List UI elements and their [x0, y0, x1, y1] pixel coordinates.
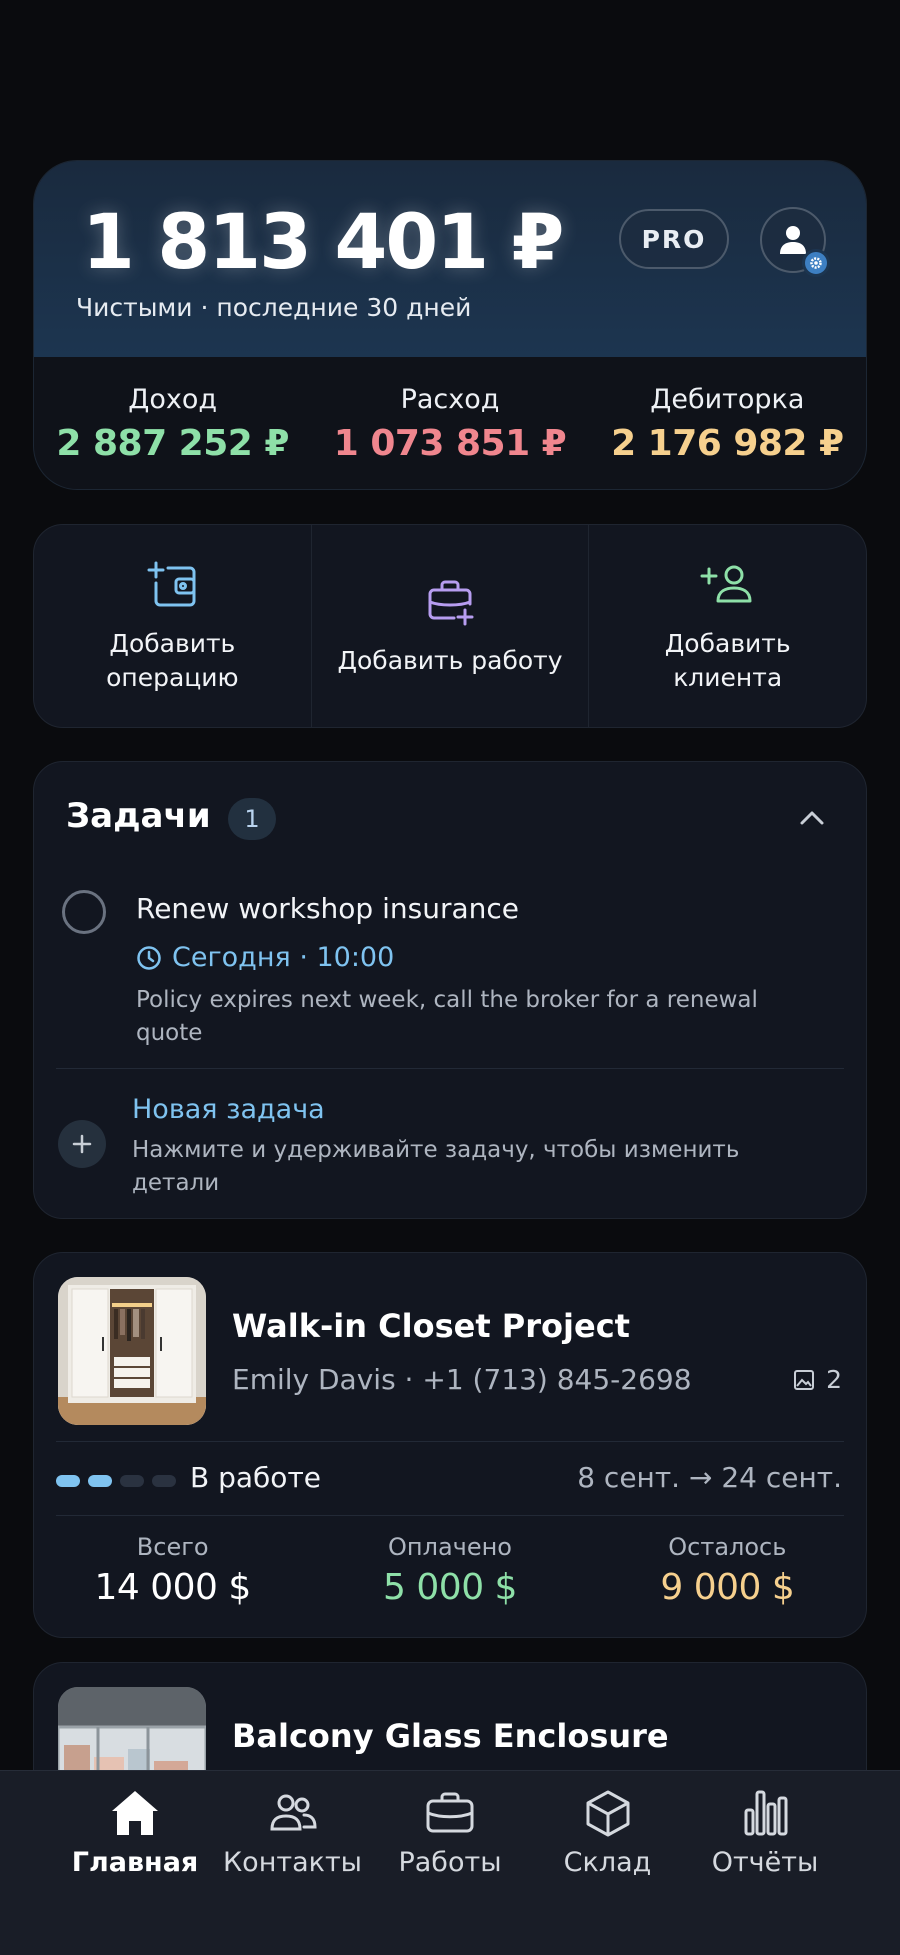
gear-icon — [802, 249, 830, 277]
receivables-value: 2 176 982 ₽ — [611, 423, 844, 464]
profile-settings-button[interactable] — [760, 207, 830, 277]
tab-reports[interactable]: Отчёты — [690, 1771, 840, 1955]
add-client-icon — [700, 557, 756, 613]
stats-row: Доход 2 887 252 ₽ Расход 1 073 851 ₽ Деб… — [34, 357, 866, 489]
divider — [56, 1441, 844, 1442]
remaining-amount: Осталось 9 000 $ — [589, 1533, 866, 1608]
progress-step — [56, 1475, 80, 1487]
tab-contacts-label: Контакты — [223, 1847, 362, 1878]
new-task-hint: Нажмите и удерживайте задачу, чтобы изме… — [132, 1137, 740, 1196]
task-due-label: Сегодня · 10:00 — [172, 942, 395, 973]
collapse-tasks-button[interactable] — [794, 800, 830, 836]
project-status: В работе — [190, 1461, 321, 1494]
income-stat[interactable]: Доход 2 887 252 ₽ — [34, 384, 311, 464]
add-job-button[interactable]: Добавить работу — [312, 525, 590, 727]
image-icon — [794, 1369, 815, 1390]
remaining-value: 9 000 $ — [660, 1567, 795, 1608]
project-card[interactable]: Walk-in Closet Project Emily Davis · +1 … — [33, 1252, 867, 1638]
tab-contacts[interactable]: Контакты — [218, 1771, 368, 1955]
add-operation-icon — [146, 557, 198, 613]
progress-step — [88, 1475, 112, 1487]
plus-icon — [72, 1134, 92, 1154]
tab-home-label: Главная — [71, 1847, 199, 1878]
quick-actions: Добавить операцию Добавить работу Добави… — [33, 524, 867, 728]
add-client-label: Добавить клиента — [664, 629, 791, 692]
chevron-up-icon — [800, 811, 824, 825]
add-client-button[interactable]: Добавить клиента — [589, 525, 866, 727]
tasks-count-badge: 1 — [228, 798, 276, 840]
task-description: Policy expires next week, call the broke… — [136, 987, 758, 1046]
project-title: Balcony Glass Enclosure — [232, 1717, 669, 1755]
pro-badge[interactable]: PRO — [619, 209, 729, 269]
total-amount: Всего 14 000 $ — [34, 1533, 311, 1608]
tasks-card: Задачи 1 Renew workshop insurance Сегодн… — [33, 761, 867, 1219]
net-balance: 1 813 401 ₽ — [82, 197, 564, 286]
project-title: Walk-in Closet Project — [232, 1307, 630, 1345]
contacts-icon — [268, 1785, 318, 1841]
add-operation-label: Добавить операцию — [106, 629, 239, 692]
paid-value: 5 000 $ — [383, 1567, 517, 1608]
user-icon — [780, 226, 806, 254]
progress-step — [152, 1475, 176, 1487]
receivables-label: Дебиторка — [650, 384, 805, 415]
bottom-tab-bar: Главная Контакты Работы Склад Отчёты — [0, 1770, 900, 1955]
tab-stock[interactable]: Склад — [533, 1771, 683, 1955]
progress-steps — [56, 1475, 176, 1487]
project-dates: 8 сент. → 24 сент. — [577, 1461, 842, 1494]
photo-count[interactable]: 2 — [792, 1365, 842, 1394]
box-icon — [584, 1785, 632, 1841]
project-totals: Всего 14 000 $ Оплачено 5 000 $ Осталось… — [34, 1533, 866, 1608]
tab-home[interactable]: Главная — [60, 1771, 210, 1955]
new-task-label[interactable]: Новая задача — [132, 1094, 325, 1125]
receivables-stat[interactable]: Дебиторка 2 176 982 ₽ — [589, 384, 866, 464]
add-operation-button[interactable]: Добавить операцию — [34, 525, 312, 727]
tasks-title: Задачи — [66, 796, 211, 836]
task-complete-checkbox[interactable] — [62, 890, 106, 934]
tab-jobs-label: Работы — [398, 1847, 502, 1878]
divider — [56, 1515, 844, 1516]
add-task-button[interactable] — [58, 1120, 106, 1168]
project-client: Emily Davis · +1 (713) 845-2698 — [232, 1363, 692, 1396]
tab-stock-label: Склад — [563, 1847, 652, 1878]
paid-label: Оплачено — [388, 1533, 512, 1561]
task-due-time: Сегодня · 10:00 — [136, 942, 394, 973]
add-job-label: Добавить работу — [337, 646, 563, 675]
expense-stat[interactable]: Расход 1 073 851 ₽ — [311, 384, 588, 464]
project-thumbnail — [58, 1277, 206, 1425]
add-job-icon — [424, 574, 476, 630]
divider — [56, 1068, 844, 1069]
task-title: Renew workshop insurance — [136, 892, 519, 925]
expense-label: Расход — [400, 384, 500, 415]
income-value: 2 887 252 ₽ — [56, 423, 289, 464]
tab-reports-label: Отчёты — [711, 1847, 819, 1878]
clock-icon — [137, 945, 161, 970]
tab-jobs[interactable]: Работы — [375, 1771, 525, 1955]
progress-step — [120, 1475, 144, 1487]
total-value: 14 000 $ — [94, 1567, 252, 1608]
paid-amount: Оплачено 5 000 $ — [311, 1533, 588, 1608]
bar-chart-icon — [742, 1785, 788, 1841]
home-icon — [108, 1785, 162, 1841]
briefcase-icon — [425, 1785, 475, 1841]
balance-header: 1 813 401 ₽ Чистыми · последние 30 дней … — [34, 161, 866, 357]
expense-value: 1 073 851 ₽ — [333, 423, 567, 464]
photo-count-value: 2 — [826, 1365, 842, 1394]
balance-subtitle: Чистыми · последние 30 дней — [76, 293, 472, 322]
total-label: Всего — [136, 1533, 209, 1561]
income-label: Доход — [128, 384, 218, 415]
balance-summary-card[interactable]: 1 813 401 ₽ Чистыми · последние 30 дней … — [33, 160, 867, 490]
remaining-label: Осталось — [668, 1533, 787, 1561]
home-screen: 1 813 401 ₽ Чистыми · последние 30 дней … — [0, 0, 900, 1955]
